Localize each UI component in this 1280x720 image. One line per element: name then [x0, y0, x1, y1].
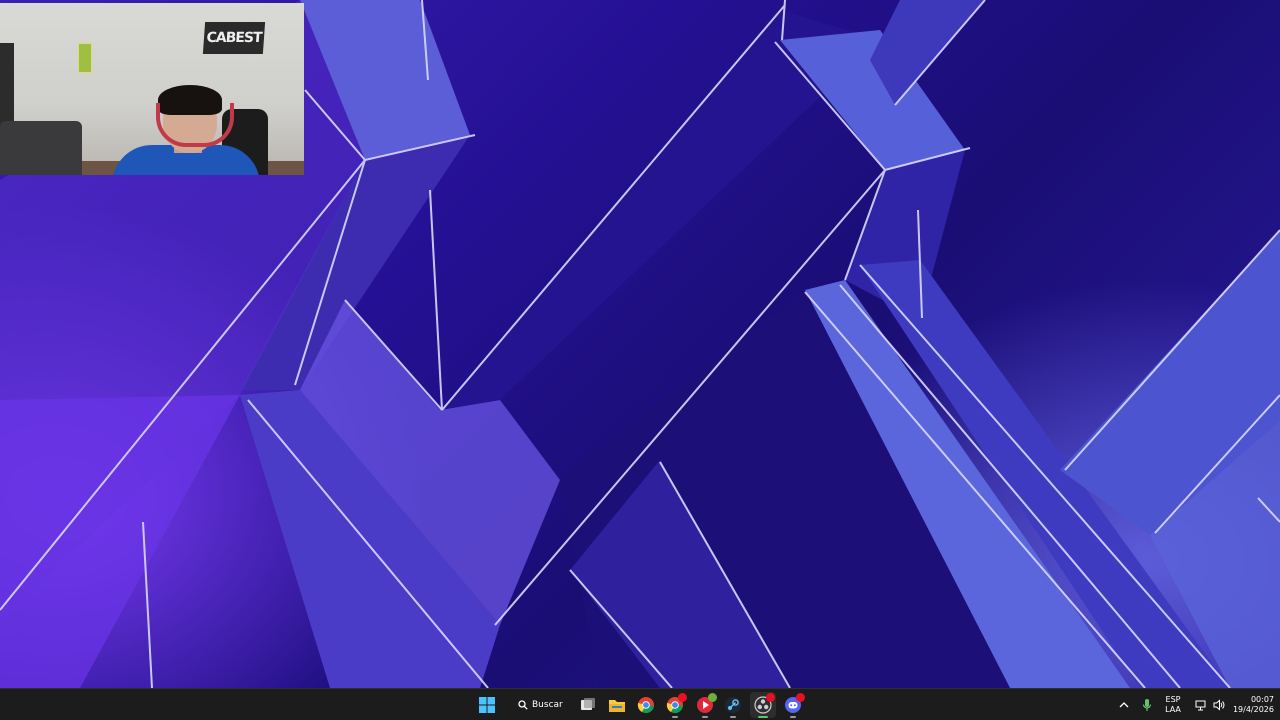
- notification-badge: [796, 693, 805, 702]
- microphone-icon: [1142, 699, 1152, 711]
- language-indicator[interactable]: ESP LAA: [1160, 692, 1186, 718]
- active-indicator: [758, 716, 768, 718]
- chrome-icon: [637, 697, 654, 714]
- chevron-up-icon: [1119, 702, 1129, 708]
- webcam-headphones: [156, 103, 234, 147]
- task-view-button[interactable]: [575, 692, 601, 718]
- notification-badge: [678, 693, 687, 702]
- network-volume-button[interactable]: [1188, 692, 1232, 718]
- running-indicator: [672, 716, 678, 718]
- notification-badge: [708, 693, 717, 702]
- microphone-button[interactable]: [1136, 692, 1158, 718]
- webcam-sofa: [0, 121, 82, 175]
- obs-button[interactable]: [750, 692, 776, 718]
- recording-badge: [766, 693, 775, 702]
- task-view-icon: [581, 698, 595, 710]
- steam-button[interactable]: [720, 692, 746, 718]
- running-indicator: [702, 716, 708, 718]
- windows-logo-icon: [479, 697, 495, 713]
- language-code: ESP: [1165, 695, 1181, 704]
- webcam-wall-sign: CABEST: [202, 22, 266, 54]
- chrome-profile-button[interactable]: [662, 692, 688, 718]
- show-hidden-icons-button[interactable]: [1113, 692, 1135, 718]
- webcam-overlay: CABEST: [0, 3, 304, 175]
- search-button[interactable]: Buscar: [508, 693, 574, 717]
- start-button[interactable]: [474, 692, 500, 718]
- webcam-poster: [78, 43, 92, 73]
- running-indicator: [730, 716, 736, 718]
- running-indicator: [790, 716, 796, 718]
- keyboard-layout: LAA: [1165, 705, 1181, 714]
- red-app-button[interactable]: [692, 692, 718, 718]
- search-icon: [518, 700, 528, 710]
- desktop-wallpaper: CABEST: [0, 0, 1280, 688]
- clock-time: 00:07: [1250, 695, 1274, 704]
- chrome-button[interactable]: [633, 692, 659, 718]
- clock-button[interactable]: 00:07 19/4/2026: [1228, 692, 1274, 718]
- folder-icon: [609, 700, 625, 712]
- search-label: Buscar: [532, 700, 563, 710]
- steam-icon: [725, 697, 741, 713]
- taskbar: Buscar ESP LAA 00:07 19/4/2026: [0, 688, 1280, 720]
- clock-date: 19/4/2026: [1232, 705, 1274, 714]
- speaker-icon: [1213, 699, 1225, 711]
- network-icon: [1195, 700, 1206, 711]
- discord-button[interactable]: [780, 692, 806, 718]
- file-explorer-button[interactable]: [604, 692, 630, 718]
